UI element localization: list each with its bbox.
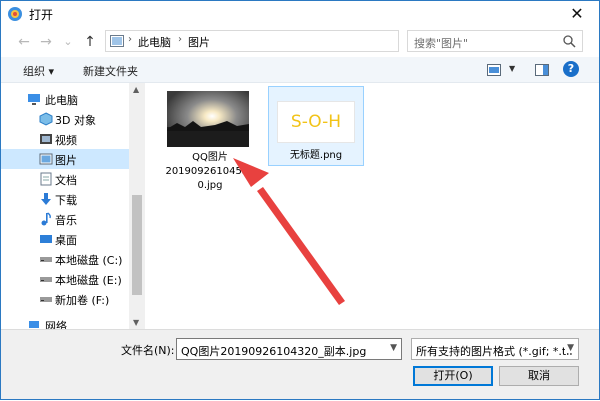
filename-field[interactable]: QQ图片20190926104320_副本.jpg ▼ (176, 338, 402, 360)
video-icon (40, 134, 52, 144)
sidebar-item-label: 图片 (55, 154, 77, 167)
drive-icon (40, 277, 52, 282)
file-list: QQ图片 20190926104532 0.jpg S-O-H 无标题.png (145, 83, 599, 329)
cancel-button[interactable]: 取消 (499, 366, 579, 386)
breadcrumb-pictures[interactable]: 图片 (188, 34, 210, 50)
file-name: QQ图片 20190926104532 0.jpg (163, 151, 257, 193)
scroll-down-icon[interactable]: ▼ (133, 318, 139, 327)
organize-menu[interactable]: 组织 ▾ (23, 63, 54, 79)
sidebar-item-drive-c[interactable]: 本地磁盘 (C:) (1, 249, 129, 269)
network-icon (29, 321, 39, 328)
sidebar-item-music[interactable]: 音乐 (1, 209, 129, 229)
file-item[interactable]: QQ图片 20190926104532 0.jpg (163, 87, 257, 197)
file-type-filter[interactable]: 所有支持的图片格式 (*.gif; *.tif ▼ (411, 338, 579, 360)
sidebar-item-documents[interactable]: 文档 (1, 169, 129, 189)
sidebar-item-label: 本地磁盘 (C:) (55, 254, 123, 267)
up-button[interactable]: ↑ (81, 33, 99, 51)
soh-image-thumbnail: S-O-H (277, 101, 355, 143)
chevron-down-icon[interactable]: ▼ (565, 343, 574, 353)
search-box[interactable]: 搜索"图片" (407, 30, 583, 52)
sidebar-item-label: 本地磁盘 (E:) (55, 274, 122, 287)
pictures-icon (39, 153, 53, 165)
file-type-value[interactable]: 所有支持的图片格式 (*.gif; *.tif (416, 343, 573, 359)
sidebar-item-label: 3D 对象 (55, 114, 96, 127)
file-name-line: QQ图片 (192, 152, 228, 163)
sidebar-item-label: 新加卷 (F:) (55, 294, 110, 307)
sidebar-scrollbar[interactable]: ▲ ▼ (129, 83, 145, 329)
sidebar-item-label: 网络 (45, 320, 67, 329)
back-button[interactable]: ← (15, 33, 33, 51)
sidebar-item-downloads[interactable]: 下载 (1, 189, 129, 209)
open-button[interactable]: 打开(O) (413, 366, 493, 386)
cube-icon (39, 112, 53, 126)
chevron-right-icon: › (178, 34, 182, 45)
scrollbar-thumb[interactable] (132, 195, 142, 295)
search-icon (563, 35, 576, 48)
scroll-up-icon[interactable]: ▲ (133, 85, 139, 94)
chevron-down-icon[interactable]: ▼ (390, 343, 397, 353)
sidebar-item-label: 此电脑 (45, 94, 78, 107)
window-title: 打开 (29, 8, 54, 22)
computer-icon (28, 94, 40, 105)
pictures-icon (110, 35, 124, 47)
chevron-down-icon[interactable]: ▼ (509, 64, 515, 73)
preview-pane-icon[interactable] (535, 64, 549, 76)
help-button[interactable]: ? (563, 61, 579, 77)
file-name: 无标题.png (289, 150, 343, 161)
chevron-right-icon: › (128, 34, 132, 45)
sidebar-item-drive-f[interactable]: 新加卷 (F:) (1, 289, 129, 309)
sidebar-item-videos[interactable]: 视频 (1, 129, 129, 149)
document-icon (40, 172, 52, 186)
music-icon (41, 212, 51, 226)
sidebar-item-network[interactable]: 网络 (1, 315, 129, 329)
sidebar-item-desktop[interactable]: 桌面 (1, 229, 129, 249)
filename-label: 文件名(N): (121, 344, 175, 357)
file-selection-bar: 文件名(N): QQ图片20190926104320_副本.jpg ▼ 所有支持… (1, 329, 599, 399)
download-icon (41, 193, 51, 205)
navigation-bar: ← → ⌄ ↑ › 此电脑 › 图片 ⌄ ↻ 搜索"图片" (1, 27, 599, 57)
file-name-line: 0.jpg (197, 180, 223, 191)
command-bar: 组织 ▾ 新建文件夹 ▼ ? (1, 57, 599, 83)
sidebar-item-label: 视频 (55, 134, 77, 147)
sidebar-item-label: 音乐 (55, 214, 77, 227)
file-name-line: 20190926104532 (165, 166, 255, 177)
sidebar-item-3d-objects[interactable]: 3D 对象 (1, 109, 129, 129)
app-icon (8, 7, 22, 21)
address-bar[interactable]: › 此电脑 › 图片 ⌄ ↻ (105, 30, 492, 52)
sidebar-item-label: 桌面 (55, 234, 77, 247)
drive-icon (40, 257, 52, 262)
drive-icon (40, 297, 52, 302)
close-button[interactable]: ✕ (555, 1, 599, 27)
search-input[interactable]: 搜索"图片" (414, 35, 468, 51)
sidebar-item-drive-e[interactable]: 本地磁盘 (E:) (1, 269, 129, 289)
view-options-icon[interactable] (487, 64, 501, 76)
recent-locations-button[interactable]: ⌄ (59, 33, 77, 51)
filename-value[interactable]: QQ图片20190926104320_副本.jpg (181, 343, 366, 359)
open-file-dialog: 打开 ✕ ← → ⌄ ↑ › 此电脑 › 图片 ⌄ ↻ 搜索"图片" (0, 0, 600, 400)
desktop-icon (40, 235, 52, 243)
file-item[interactable]: S-O-H 无标题.png (268, 86, 364, 166)
sunset-photo-thumbnail (167, 91, 249, 147)
navigation-pane: 此电脑 3D 对象 视频 图片 文档 下载 音乐 桌面 本地磁盘 (C:) 本地… (1, 83, 145, 329)
breadcrumb-this-pc[interactable]: 此电脑 (138, 34, 171, 50)
sidebar-item-this-pc[interactable]: 此电脑 (1, 89, 129, 109)
sidebar-item-pictures[interactable]: 图片 (1, 149, 129, 169)
sidebar-item-label: 下载 (55, 194, 77, 207)
sidebar-item-label: 文档 (55, 174, 77, 187)
forward-button[interactable]: → (37, 33, 55, 51)
new-folder-button[interactable]: 新建文件夹 (83, 63, 138, 79)
title-bar: 打开 ✕ (1, 1, 599, 27)
